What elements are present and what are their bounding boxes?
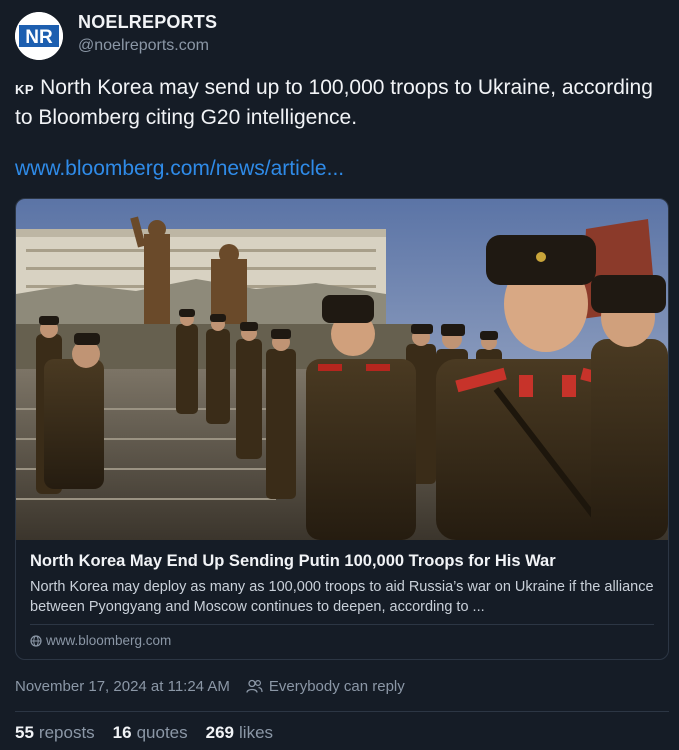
post-link[interactable]: www.bloomberg.com/news/article... [15,157,344,181]
card-title[interactable]: North Korea May End Up Sending Putin 100… [30,552,655,571]
avatar-logo-text: NR [25,27,53,48]
author-name[interactable]: NOELREPORTS [78,12,217,33]
quotes-stat[interactable]: 16 quotes [113,723,188,743]
reposts-label: reposts [38,723,95,742]
card-divider [30,624,654,625]
post-stats: 55 reposts 16 quotes 269 likes [15,723,273,743]
post-text: KP North Korea may send up to 100,000 tro… [15,74,655,132]
reposts-count: 55 [15,723,34,742]
card-domain: www.bloomberg.com [30,633,171,648]
reposts-stat[interactable]: 55 reposts [15,723,95,743]
globe-icon [30,634,42,647]
people-icon [246,679,263,693]
author-handle[interactable]: @noelreports.com [78,37,209,55]
reply-setting[interactable]: Everybody can reply [269,678,405,695]
avatar[interactable]: NR [15,12,63,60]
likes-stat[interactable]: 269 likes [206,723,273,743]
post-meta: November 17, 2024 at 11:24 AM Everybody … [15,678,405,695]
likes-label: likes [239,723,274,742]
stats-divider [15,711,669,712]
soldiers-parade-photo [16,199,668,540]
flag-kp: KP [15,82,35,97]
post-body: North Korea may send up to 100,000 troop… [15,76,653,129]
link-card[interactable]: North Korea May End Up Sending Putin 100… [15,198,669,660]
timestamp[interactable]: November 17, 2024 at 11:24 AM [15,678,230,695]
quotes-label: quotes [136,723,188,742]
card-domain-text: www.bloomberg.com [46,633,172,648]
likes-count: 269 [205,723,235,742]
card-description: North Korea may deploy as many as 100,00… [30,579,654,615]
quotes-count: 16 [112,723,132,742]
